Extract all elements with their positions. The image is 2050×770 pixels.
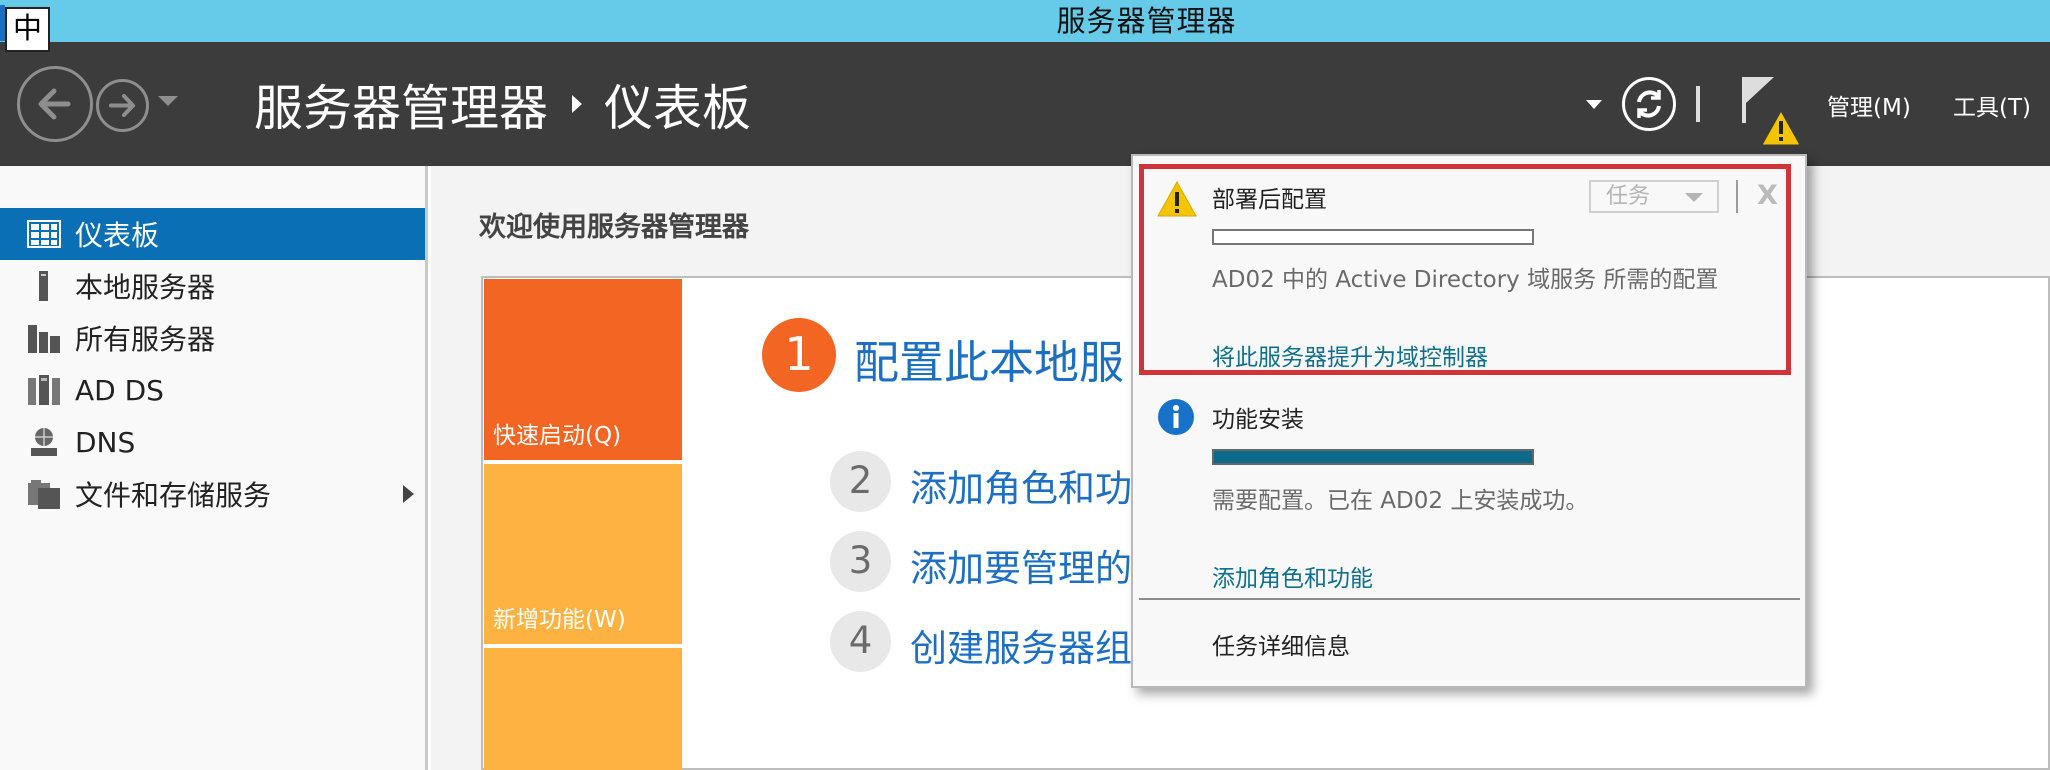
breadcrumb-current: 仪表板	[604, 79, 752, 137]
window-title: 服务器管理器	[1056, 4, 1237, 38]
task-details-link[interactable]: 任务详细信息	[1212, 627, 1350, 661]
progress-bar	[1212, 449, 1534, 465]
add-roles-features-link[interactable]: 添加角色和功能	[1212, 559, 1373, 593]
welcome-title: 欢迎使用服务器管理器	[479, 212, 749, 243]
header-dropdown-icon[interactable]	[1586, 100, 1602, 109]
arrow-left-icon	[38, 88, 71, 120]
ad-ds-icon	[28, 375, 60, 405]
ime-mode-indicator[interactable]: 中	[5, 7, 50, 52]
file-storage-icon	[28, 480, 60, 509]
sidebar-item-all-servers[interactable]: 所有服务器	[0, 312, 425, 364]
step-number-4: 4	[830, 611, 891, 672]
tile-label: 快速启动(Q)	[493, 423, 622, 449]
popup-divider	[1139, 598, 1800, 600]
arrow-right-icon	[109, 94, 135, 117]
flag-warning-icon	[1742, 77, 1801, 146]
step-link-1[interactable]: 配置此本地服	[854, 326, 1124, 391]
history-dropdown-icon[interactable]	[158, 96, 178, 106]
info-icon	[1158, 399, 1194, 435]
step-number-3: 3	[830, 531, 891, 592]
expand-arrow-icon[interactable]	[403, 485, 414, 503]
sidebar: 仪表板 本地服务器 所有服务器 AD DS DNS 文件和存储服务	[0, 166, 428, 770]
notification-message: 需要配置。已在 AD02 上安装成功。	[1212, 488, 1589, 514]
sidebar-item-dns[interactable]: DNS	[0, 416, 425, 468]
back-button[interactable]	[17, 66, 93, 142]
step-link-3[interactable]: 添加要管理的	[910, 538, 1132, 592]
task-dropdown[interactable]: 任务	[1589, 180, 1719, 213]
tile-label: 新增功能(W)	[493, 607, 626, 633]
sidebar-item-dashboard[interactable]: 仪表板	[0, 208, 425, 260]
sidebar-item-file-storage[interactable]: 文件和存储服务	[0, 468, 425, 520]
sidebar-item-ad-ds[interactable]: AD DS	[0, 364, 425, 416]
tile-new-features[interactable]: 新增功能(W)	[484, 464, 682, 644]
task-dropdown-label: 任务	[1606, 184, 1651, 209]
sidebar-item-local-server[interactable]: 本地服务器	[0, 260, 425, 312]
manage-menu[interactable]: 管理(M)	[1827, 88, 1911, 122]
forward-button[interactable]	[96, 79, 149, 132]
breadcrumb-separator-icon	[572, 95, 583, 113]
refresh-button[interactable]	[1622, 77, 1676, 131]
progress-bar	[1212, 229, 1534, 245]
refresh-icon	[1637, 90, 1661, 118]
sidebar-item-label: 所有服务器	[75, 323, 216, 356]
sidebar-item-label: DNS	[75, 425, 136, 459]
chevron-down-icon	[1685, 193, 1703, 202]
step-link-4[interactable]: 创建服务器组	[910, 618, 1132, 672]
dashboard-icon	[27, 220, 61, 248]
progress-fill	[1214, 451, 1532, 463]
servers-icon	[28, 325, 60, 353]
notification-title: 部署后配置	[1212, 187, 1327, 213]
step-number-2: 2	[830, 451, 891, 512]
sidebar-item-label: 仪表板	[75, 219, 160, 252]
dns-icon	[31, 428, 57, 456]
warning-icon	[1157, 180, 1197, 217]
sidebar-item-label: 本地服务器	[75, 271, 216, 304]
step-number-1: 1	[762, 318, 836, 392]
breadcrumb: 服务器管理器 仪表板	[254, 72, 751, 137]
promote-domain-controller-link[interactable]: 将此服务器提升为域控制器	[1212, 338, 1488, 372]
dismiss-button[interactable]: X	[1757, 180, 1778, 211]
tools-menu[interactable]: 工具(T)	[1953, 88, 2031, 122]
sidebar-item-label: AD DS	[75, 373, 164, 407]
notification-title: 功能安装	[1212, 407, 1304, 433]
sidebar-item-label: 文件和存储服务	[75, 479, 272, 512]
breadcrumb-root[interactable]: 服务器管理器	[254, 69, 548, 140]
notification-message: AD02 中的 Active Directory 域服务 所需的配置	[1212, 267, 1719, 293]
tile-learn-more[interactable]	[484, 648, 682, 770]
header-separator	[1696, 86, 1700, 122]
notifications-flag-button[interactable]	[1738, 75, 1804, 147]
tile-quick-start[interactable]: 快速启动(Q)	[484, 279, 682, 460]
step-link-2[interactable]: 添加角色和功	[910, 458, 1132, 512]
popup-separator	[1736, 180, 1738, 213]
server-icon	[39, 271, 48, 301]
